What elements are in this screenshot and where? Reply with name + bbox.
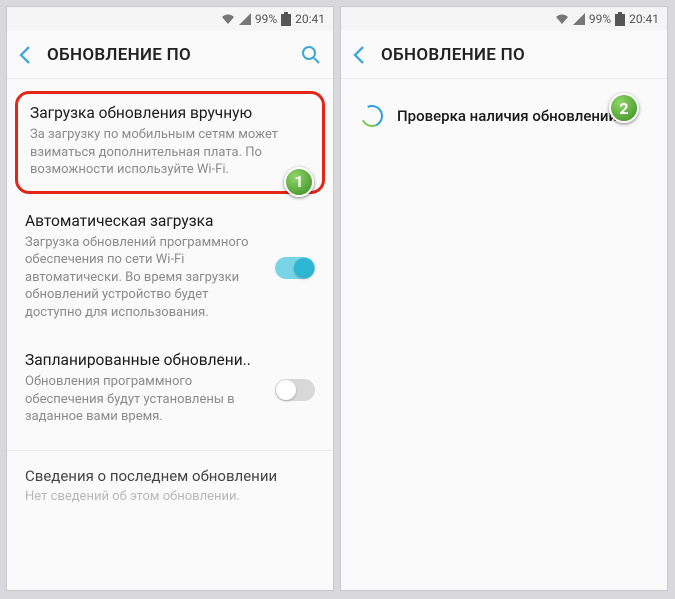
spinner-icon [358,102,386,130]
clock: 20:41 [295,12,325,26]
battery-pct: 99% [255,12,277,26]
search-button[interactable] [293,45,321,65]
scheduled-updates-toggle[interactable] [275,379,315,401]
back-button[interactable] [19,46,47,64]
wifi-icon [555,13,569,25]
option-title: Загрузка обновления вручную [30,104,310,122]
content: Загрузка обновления вручную За загрузку … [7,79,333,590]
option-title: Запланированные обновлени.. [25,351,315,369]
option-title: Автоматическая загрузка [25,212,315,230]
auto-download-option[interactable]: Автоматическая загрузка Загрузка обновле… [7,198,333,338]
page-title: ОБНОВЛЕНИЕ ПО [381,45,655,65]
header: ОБНОВЛЕНИЕ ПО [341,31,667,79]
auto-download-toggle[interactable] [275,257,315,279]
option-desc: Обновления программного обеспечения буду… [25,373,315,426]
option-desc: За загрузку по мобильным сетям может взи… [30,126,310,179]
signal-icon [239,13,251,25]
battery-icon [281,12,291,26]
battery-pct: 99% [589,12,611,26]
last-update-info[interactable]: Сведения о последнем обновлении Нет свед… [7,450,333,520]
back-button[interactable] [353,46,381,64]
option-desc: Загрузка обновлений программного обеспеч… [25,234,315,322]
status-bar: 99% 20:41 [7,7,333,31]
phone-left: 99% 20:41 ОБНОВЛЕНИЕ ПО Загрузка обновле… [6,6,334,591]
status-bar: 99% 20:41 [341,7,667,31]
footer-desc: Нет сведений об этом обновлении. [25,489,315,504]
checking-text: Проверка наличия обновлений... [397,107,630,125]
page-title: ОБНОВЛЕНИЕ ПО [47,45,293,65]
clock: 20:41 [629,12,659,26]
battery-icon [615,12,625,26]
callout-badge-1: 1 [284,167,314,197]
content: Проверка наличия обновлений... [341,79,667,590]
callout-badge-2: 2 [609,93,639,123]
signal-icon [573,13,585,25]
footer-title: Сведения о последнем обновлении [25,467,315,485]
phone-right: 99% 20:41 ОБНОВЛЕНИЕ ПО Проверка наличия… [340,6,668,591]
header: ОБНОВЛЕНИЕ ПО [7,31,333,79]
wifi-icon [221,13,235,25]
scheduled-updates-option[interactable]: Запланированные обновлени.. Обновления п… [7,337,333,442]
manual-download-option[interactable]: Загрузка обновления вручную За загрузку … [15,91,325,194]
